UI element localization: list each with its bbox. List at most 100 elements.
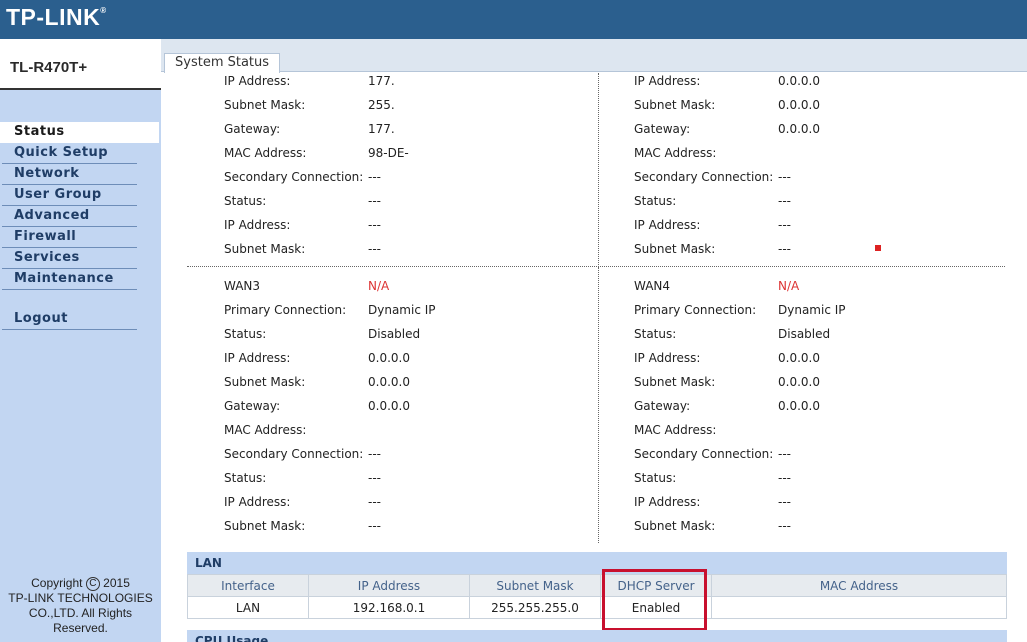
wan3-state: N/A [368,279,390,293]
sidebar-item-advanced[interactable]: Advanced [2,206,137,227]
info-label: IP Address: [224,74,291,88]
tab-bar: System Status [161,39,1027,73]
sidebar-item-network[interactable]: Network [2,164,137,185]
info-label: IP Address: [634,351,701,365]
info-label: Subnet Mask: [634,519,716,533]
info-row: Status: --- [224,470,604,486]
info-row: Secondary Connection: --- [224,446,604,462]
info-row: Gateway: 177. [224,121,604,137]
info-label: Status: [634,194,677,208]
lan-table: Interface IP Address Subnet Mask DHCP Se… [187,574,1007,619]
wan4-name: WAN4 [634,279,671,293]
info-value: --- [778,519,791,533]
info-row: Status: --- [634,193,1014,209]
info-value: 255. [368,98,395,112]
info-value: 177. [368,122,395,136]
info-value: Disabled [368,327,421,341]
info-value: Disabled [778,327,831,341]
info-label: Subnet Mask: [224,98,306,112]
section-divider [187,266,1005,267]
info-value: 0.0.0.0 [778,351,820,365]
sidebar-item-status[interactable]: Status [0,122,159,143]
info-label: Status: [224,327,267,341]
info-row: Status: Disabled [634,326,1014,342]
info-label: IP Address: [224,351,291,365]
copyright: Copyright C 2015 TP-LINK TECHNOLOGIES CO… [8,576,153,635]
info-label: Subnet Mask: [224,375,306,389]
info-value: --- [778,447,791,461]
info-label: Status: [224,194,267,208]
info-label: Secondary Connection: [634,447,774,461]
info-value: --- [368,194,381,208]
info-row: Gateway: 0.0.0.0 [634,121,1014,137]
sidebar-item-firewall[interactable]: Firewall [2,227,137,248]
cpu-usage-title: CPU Usage [187,630,1007,642]
info-row: Subnet Mask: --- [224,241,604,257]
info-row: Gateway: 0.0.0.0 [634,398,1014,414]
col-ip-address: IP Address [308,574,470,597]
top-banner: TP-LINK® [0,0,1027,39]
info-row: IP Address: 0.0.0.0 [634,350,1014,366]
model-name: TL-R470T+ [10,59,88,76]
info-label: Gateway: [634,399,691,413]
sidebar: TL-R470T+ Status Quick Setup Network Use… [0,39,161,642]
info-row: Subnet Mask: --- [634,241,1014,257]
info-label: Status: [634,327,677,341]
sidebar-item-services[interactable]: Services [2,248,137,269]
info-row: Primary Connection: Dynamic IP [634,302,1014,318]
info-row: Subnet Mask: 0.0.0.0 [634,97,1014,113]
cell-interface: LAN [187,596,309,619]
info-value: --- [778,495,791,509]
tp-link-logo: TP-LINK® [6,4,107,30]
info-value: 0.0.0.0 [778,399,820,413]
info-value: --- [368,242,381,256]
info-row: IP Address: --- [224,494,604,510]
info-label: IP Address: [634,74,701,88]
tab-system-status[interactable]: System Status [164,53,281,73]
wan4-header: WAN4 N/A [634,278,1014,294]
dhcp-highlight-box [602,569,707,631]
info-row: IP Address: --- [634,217,1014,233]
info-value: --- [368,519,381,533]
copyright-icon: C [85,576,100,591]
sidebar-menu: Status Quick Setup Network User Group Ad… [0,122,161,330]
sidebar-item-user-group[interactable]: User Group [2,185,137,206]
info-value: --- [368,447,381,461]
info-label: MAC Address: [634,423,717,437]
info-label: MAC Address: [224,423,307,437]
info-value: --- [778,194,791,208]
info-label: Secondary Connection: [224,447,364,461]
info-label: Status: [634,471,677,485]
info-row: Subnet Mask: 255. [224,97,604,113]
info-value: Dynamic IP [368,303,436,317]
info-value: 0.0.0.0 [778,98,820,112]
info-label: Secondary Connection: [634,170,774,184]
wan3-name: WAN3 [224,279,261,293]
info-row: MAC Address: [224,422,604,438]
info-row: MAC Address: [634,422,1014,438]
info-value: --- [778,242,791,256]
sidebar-item-quick-setup[interactable]: Quick Setup [2,143,137,164]
wan3-header: WAN3 N/A [224,278,604,294]
info-row: IP Address: --- [224,217,604,233]
info-label: Primary Connection: [224,303,347,317]
info-row: Subnet Mask: 0.0.0.0 [224,374,604,390]
info-value: 177. [368,74,395,88]
info-row: Status: --- [224,193,604,209]
logout-link[interactable]: Logout [2,309,137,330]
info-value: --- [778,170,791,184]
sidebar-item-maintenance[interactable]: Maintenance [2,269,137,290]
info-row: Subnet Mask: 0.0.0.0 [634,374,1014,390]
info-label: Subnet Mask: [224,519,306,533]
info-value: --- [368,495,381,509]
info-label: IP Address: [634,218,701,232]
info-value: 98-DE- [368,146,409,160]
info-value: 0.0.0.0 [368,375,410,389]
status-content: IP Address: 177. Subnet Mask: 255. Gateway: 1… [161,73,1027,642]
info-value: --- [368,218,381,232]
info-row: IP Address: 0.0.0.0 [634,73,1014,89]
model-box: TL-R470T+ [0,39,161,90]
info-label: Primary Connection: [634,303,757,317]
info-row: MAC Address: 98-DE- [224,145,604,161]
info-row: Status: --- [634,470,1014,486]
